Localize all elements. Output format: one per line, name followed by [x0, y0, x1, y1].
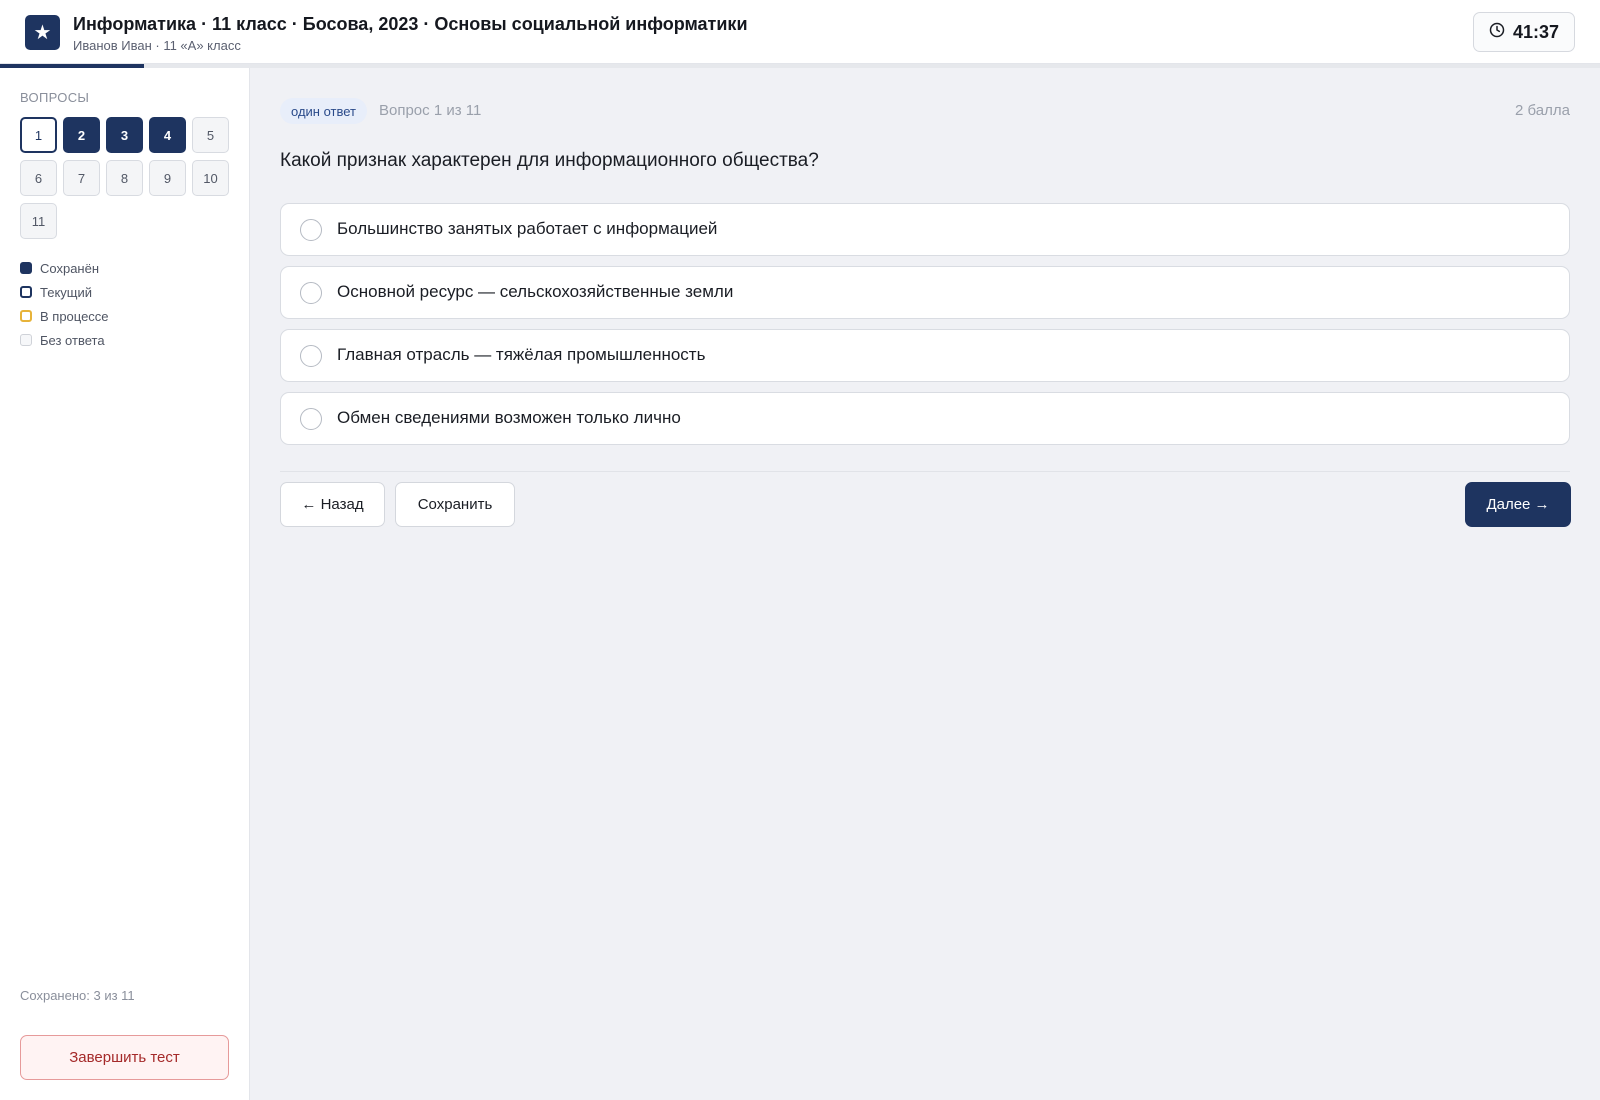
question-meta: один ответ Вопрос 1 из 11 2 балла: [280, 98, 1570, 124]
timer-value: 41:37: [1512, 21, 1560, 42]
finish-test-button[interactable]: Завершить тест: [20, 1035, 229, 1080]
divider: [280, 471, 1570, 472]
question-counter: Вопрос 1 из 11: [379, 102, 482, 119]
back-button[interactable]: ← Назад: [280, 482, 385, 527]
legend-current-label: Текущий: [40, 284, 92, 300]
answer-type-badge: один ответ: [280, 98, 367, 124]
legend-saved: Сохранён: [20, 256, 109, 280]
in-progress-swatch-icon: [20, 310, 32, 322]
current-swatch-icon: [20, 286, 32, 298]
radio-button[interactable]: [300, 282, 322, 304]
next-button[interactable]: Далее →: [1465, 482, 1571, 527]
answer-option[interactable]: Основной ресурс — сельскохозяйственные з…: [280, 266, 1570, 319]
question-nav-button-11[interactable]: 11: [20, 203, 57, 239]
question-nav-button-7[interactable]: 7: [63, 160, 100, 196]
question-nav-button-10[interactable]: 10: [192, 160, 229, 196]
questions-heading: Вопросы: [20, 90, 90, 105]
question-points: 2 балла: [1515, 102, 1570, 119]
question-sidebar: Вопросы 1 2 3 4 5 6 7 8 9 10 11 Сохранён Текущий В…: [0, 68, 250, 1100]
legend-saved-label: Сохранён: [40, 260, 100, 276]
legend-in-progress: В процессе: [20, 304, 109, 328]
question-nav-button-9[interactable]: 9: [149, 160, 186, 196]
question-text: Какой признак характерен для информацион…: [280, 150, 819, 171]
legend-in-progress-label: В процессе: [40, 308, 109, 324]
star-logo-icon: ★: [25, 15, 60, 50]
question-nav-button-5[interactable]: 5: [192, 117, 229, 153]
timer: 41:37: [1473, 12, 1575, 52]
answer-option-label: Основной ресурс — сельскохозяйственные з…: [337, 282, 734, 301]
legend-current: Текущий: [20, 280, 109, 304]
top-bar: ★ Информатика · 11 класс · Босова, 2023 …: [0, 0, 1600, 64]
radio-button[interactable]: [300, 219, 322, 241]
saved-swatch-icon: [20, 262, 32, 274]
status-legend: Сохранён Текущий В процессе Без ответа: [20, 256, 109, 352]
question-nav-button-6[interactable]: 6: [20, 160, 57, 196]
save-button[interactable]: Сохранить: [395, 482, 515, 527]
answer-option[interactable]: Главная отрасль — тяжёлая промышленность: [280, 329, 1570, 382]
question-nav-button-8[interactable]: 8: [106, 160, 143, 196]
radio-button[interactable]: [300, 345, 322, 367]
answer-option[interactable]: Большинство занятых работает с информаци…: [280, 203, 1570, 256]
student-info: Иванов Иван · 11 «А» класс: [73, 38, 241, 53]
answer-option-label: Обмен сведениями возможен только лично: [337, 408, 681, 427]
page-title: Информатика · 11 класс · Босова, 2023 · …: [73, 14, 748, 34]
question-nav-button-2[interactable]: 2: [63, 117, 100, 153]
question-nav-button-3[interactable]: 3: [106, 117, 143, 153]
question-nav-button-4[interactable]: 4: [149, 117, 186, 153]
no-answer-swatch-icon: [20, 334, 32, 346]
saved-count: Сохранено: 3 из 11: [20, 988, 135, 1003]
legend-no-answer: Без ответа: [20, 328, 109, 352]
question-grid: 1 2 3 4 5 6 7 8 9 10 11: [20, 117, 235, 239]
question-nav-button-1[interactable]: 1: [20, 117, 57, 153]
legend-no-answer-label: Без ответа: [40, 332, 105, 348]
radio-button[interactable]: [300, 408, 322, 430]
answer-option-label: Главная отрасль — тяжёлая промышленность: [337, 345, 706, 364]
answer-option[interactable]: Обмен сведениями возможен только лично: [280, 392, 1570, 445]
answer-option-label: Большинство занятых работает с информаци…: [337, 219, 718, 238]
clock-icon: [1489, 22, 1505, 43]
answer-options: Большинство занятых работает с информаци…: [280, 203, 1570, 455]
